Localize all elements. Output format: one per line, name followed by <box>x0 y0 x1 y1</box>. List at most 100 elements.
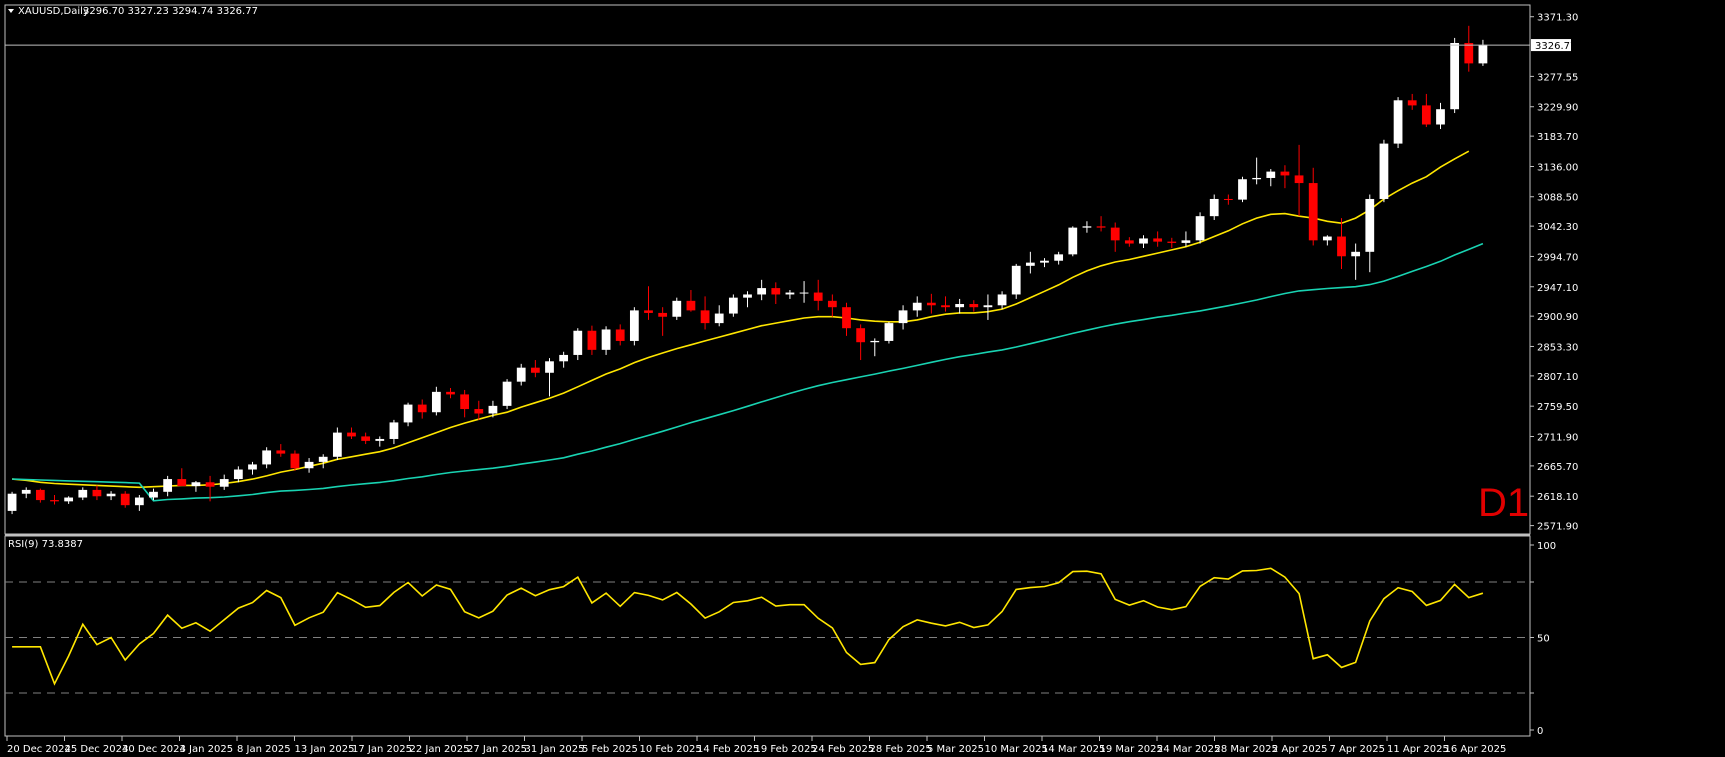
time-tick-label: 28 Feb 2025 <box>870 744 932 755</box>
candle-body <box>1223 198 1233 200</box>
price-tick-label: 3183.70 <box>1537 132 1578 143</box>
price-tick-label: 3277.55 <box>1537 72 1578 83</box>
candle-body <box>983 305 993 308</box>
candle-body <box>955 304 965 308</box>
time-tick-label: 2 Apr 2025 <box>1272 744 1327 755</box>
time-tick-label: 10 Feb 2025 <box>640 744 702 755</box>
candle-body <box>1322 236 1332 241</box>
candle-body <box>757 288 767 295</box>
rsi-tick-label: 50 <box>1537 634 1550 645</box>
time-tick-label: 14 Mar 2025 <box>1042 744 1105 755</box>
candle-body <box>446 391 455 395</box>
time-tick-label: 19 Mar 2025 <box>1100 744 1163 755</box>
price-tick-label: 2665.70 <box>1537 462 1578 473</box>
chart-window[interactable]: 3371.30 3277.55 3229.90 3183.70 3136.00 3088.… <box>0 0 1725 757</box>
candle <box>1238 176 1247 203</box>
candle-body <box>743 294 752 298</box>
time-tick-label: 14 Feb 2025 <box>697 744 759 755</box>
candle-body <box>1407 100 1417 106</box>
rsi-tick-label: 100 <box>1537 541 1556 552</box>
candle-body <box>431 391 441 413</box>
candle-body <box>1294 175 1304 184</box>
candle <box>1393 97 1403 149</box>
candle-body <box>1379 143 1389 199</box>
price-tick-label: 2711.90 <box>1537 432 1578 443</box>
candle-body <box>1209 198 1219 217</box>
candle-body <box>488 405 498 414</box>
price-tick-label: 3371.30 <box>1537 13 1578 24</box>
candle-body <box>1266 171 1276 178</box>
candle-body <box>474 409 484 414</box>
price-tick-label: 3136.00 <box>1537 163 1578 174</box>
candle-body <box>615 329 625 341</box>
candle-body <box>35 489 45 501</box>
candle-body <box>658 312 668 317</box>
rsi-tick-label: 0 <box>1537 726 1543 737</box>
current-price-tag: 3326.77 <box>1531 39 1576 52</box>
candle <box>728 294 738 317</box>
candle-body <box>389 422 399 439</box>
candle-body <box>856 328 866 343</box>
time-tick-label: 8 Jan 2025 <box>237 744 291 755</box>
time-tick-label: 24 Mar 2025 <box>1157 744 1220 755</box>
candle-body <box>1181 240 1191 243</box>
candle-body <box>926 302 936 306</box>
time-tick-label: 3 Jan 2025 <box>180 744 234 755</box>
candle <box>1068 226 1078 257</box>
current-price-label: 3326.77 <box>1535 41 1576 52</box>
candle-body <box>997 294 1007 306</box>
price-tick-label: 3088.50 <box>1537 193 1578 204</box>
time-tick-label: 7 Apr 2025 <box>1330 744 1385 755</box>
candle-body <box>827 300 837 308</box>
candle-body <box>1464 43 1474 64</box>
candle-body <box>686 300 696 311</box>
timeframe-badge: D1 <box>1478 481 1529 525</box>
candle-body <box>177 479 187 487</box>
candle-body <box>601 329 611 350</box>
candle <box>1195 212 1205 244</box>
candle-body <box>870 340 880 343</box>
candle-body <box>92 489 102 497</box>
candle-body <box>672 300 682 317</box>
candle-body <box>728 297 738 314</box>
candle-body <box>1040 260 1049 263</box>
candle-body <box>587 330 597 350</box>
candle-body <box>1110 227 1120 241</box>
candle <box>1379 139 1389 203</box>
candle-body <box>1308 183 1318 241</box>
candle-body <box>1450 43 1460 110</box>
candle-body <box>106 493 116 497</box>
candle-body <box>1153 238 1163 242</box>
candle-body <box>361 436 371 441</box>
time-tick-label: 17 Jan 2025 <box>352 744 412 755</box>
candle-body <box>1124 240 1134 244</box>
time-tick-label: 5 Feb 2025 <box>582 744 638 755</box>
candle-body <box>163 479 173 492</box>
candle-body <box>912 302 922 311</box>
time-tick-label: 5 Mar 2025 <box>927 744 984 755</box>
time-tick-label: 20 Dec 2024 <box>7 744 71 755</box>
main-panel-frame <box>4 4 1531 535</box>
price-tick-label: 2571.90 <box>1537 522 1578 533</box>
candle-body <box>262 450 272 465</box>
candle-body <box>375 438 385 441</box>
candle-body <box>1011 265 1021 295</box>
candle <box>7 491 17 515</box>
candle-body <box>516 367 526 382</box>
time-tick-label: 25 Dec 2024 <box>65 744 129 755</box>
chart-canvas[interactable]: 3371.30 3277.55 3229.90 3183.70 3136.00 3088.… <box>0 0 1725 757</box>
time-tick-label: 28 Mar 2025 <box>1215 744 1278 755</box>
candle-body <box>898 310 908 324</box>
candle-body <box>1167 241 1177 243</box>
candle-body <box>785 292 795 295</box>
price-tick-label: 3042.30 <box>1537 222 1578 233</box>
candle-body <box>1082 226 1092 228</box>
candle-body <box>64 497 74 502</box>
candle-body <box>559 354 569 362</box>
price-tick-label: 2900.90 <box>1537 312 1578 323</box>
candle-body <box>21 489 31 494</box>
candle-body <box>1365 198 1375 252</box>
candle-body <box>318 456 328 462</box>
candle-body <box>1280 171 1290 176</box>
candle-body <box>120 493 130 506</box>
